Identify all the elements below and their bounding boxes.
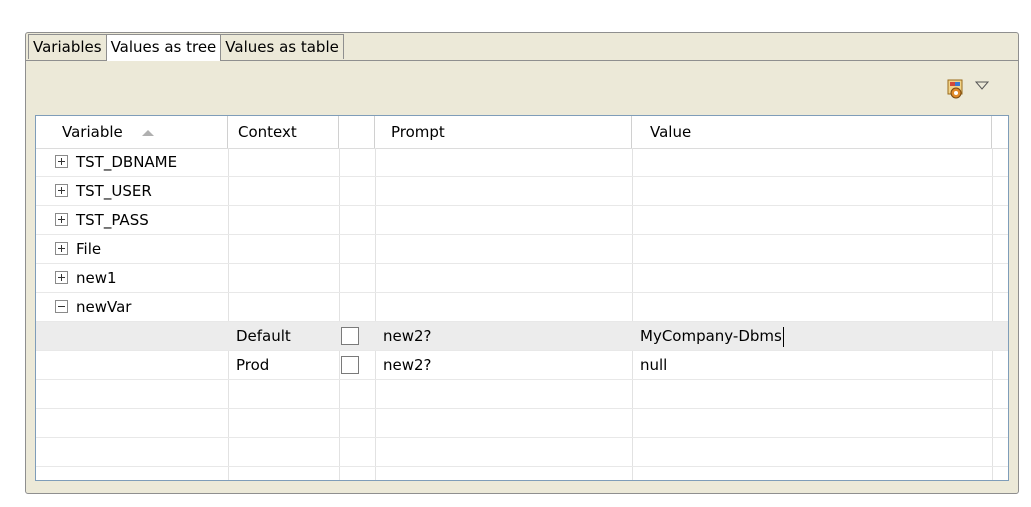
tree-row[interactable]: TST_DBNAME bbox=[36, 148, 1008, 177]
context-name: Prod bbox=[236, 356, 270, 374]
text-caret bbox=[782, 326, 784, 347]
expand-icon[interactable] bbox=[55, 154, 68, 168]
variable-name: TST_PASS bbox=[76, 211, 149, 229]
tab-bar: Variables Values as tree Values as table bbox=[28, 34, 344, 61]
column-header-check[interactable] bbox=[339, 116, 375, 148]
tab-values-as-table[interactable]: Values as table bbox=[220, 34, 344, 59]
table-header: Variable Context Prompt Value bbox=[36, 116, 1008, 149]
variable-name: newVar bbox=[76, 298, 132, 316]
collapse-icon[interactable] bbox=[55, 299, 68, 313]
column-header-prompt[interactable]: Prompt bbox=[375, 116, 632, 148]
row-divider bbox=[36, 321, 1008, 322]
prompt-text[interactable]: new2? bbox=[379, 322, 432, 351]
variable-name: TST_USER bbox=[76, 182, 152, 200]
context-value-row[interactable]: Prod new2? null bbox=[36, 351, 1008, 380]
prompt-text[interactable]: new2? bbox=[379, 351, 432, 380]
tree-row-variable: TST_PASS bbox=[51, 206, 149, 235]
column-header-value[interactable]: Value bbox=[632, 116, 992, 148]
tree-row[interactable]: TST_USER bbox=[36, 177, 1008, 206]
tree-row[interactable]: new1 bbox=[36, 264, 1008, 293]
prompt-checkbox[interactable] bbox=[341, 356, 359, 374]
sort-ascending-icon bbox=[141, 129, 154, 136]
tree-row-variable: File bbox=[51, 235, 101, 264]
row-divider bbox=[36, 205, 1008, 206]
value-editor[interactable]: MyCompany-Dbms bbox=[636, 322, 784, 351]
column-header-variable[interactable]: Variable bbox=[36, 116, 228, 148]
prompt-checkbox[interactable] bbox=[341, 327, 359, 345]
column-header-context[interactable]: Context bbox=[228, 116, 339, 148]
row-divider bbox=[36, 234, 1008, 235]
value-editor-text: MyCompany-Dbms bbox=[640, 327, 782, 345]
tree-row[interactable]: TST_PASS bbox=[36, 206, 1008, 235]
row-divider bbox=[36, 292, 1008, 293]
context-name: Default bbox=[236, 327, 291, 345]
tree-row[interactable]: File bbox=[36, 235, 1008, 264]
view-menu-chevron-icon[interactable] bbox=[974, 80, 990, 92]
expand-icon[interactable] bbox=[55, 183, 68, 197]
tree-row[interactable]: newVar bbox=[36, 293, 1008, 322]
expand-icon[interactable] bbox=[55, 212, 68, 226]
row-divider bbox=[36, 379, 1008, 380]
context-settings-icon[interactable] bbox=[946, 78, 966, 100]
variable-name: File bbox=[76, 240, 102, 258]
expand-icon[interactable] bbox=[55, 241, 68, 255]
row-divider bbox=[36, 437, 1008, 438]
row-divider bbox=[36, 466, 1008, 467]
tab-variables[interactable]: Variables bbox=[28, 34, 107, 59]
row-divider bbox=[36, 176, 1008, 177]
values-tree-table[interactable]: Variable Context Prompt Value TST_DBNAME… bbox=[35, 115, 1009, 481]
context-value-row-selected[interactable]: Default new2? MyCompany-Dbms bbox=[36, 322, 1008, 351]
variable-name: new1 bbox=[76, 269, 117, 287]
tree-row-variable: newVar bbox=[51, 293, 131, 322]
value-text[interactable]: null bbox=[636, 351, 667, 380]
row-divider bbox=[36, 408, 1008, 409]
expand-icon[interactable] bbox=[55, 270, 68, 284]
tree-row-variable: new1 bbox=[51, 264, 117, 293]
variable-name: TST_DBNAME bbox=[76, 153, 178, 171]
row-divider bbox=[36, 263, 1008, 264]
column-header-variable-label: Variable bbox=[62, 123, 123, 141]
tab-values-as-tree[interactable]: Values as tree bbox=[105, 34, 222, 61]
row-divider bbox=[36, 350, 1008, 351]
tree-row-variable: TST_DBNAME bbox=[51, 148, 177, 177]
tree-row-variable: TST_USER bbox=[51, 177, 152, 206]
